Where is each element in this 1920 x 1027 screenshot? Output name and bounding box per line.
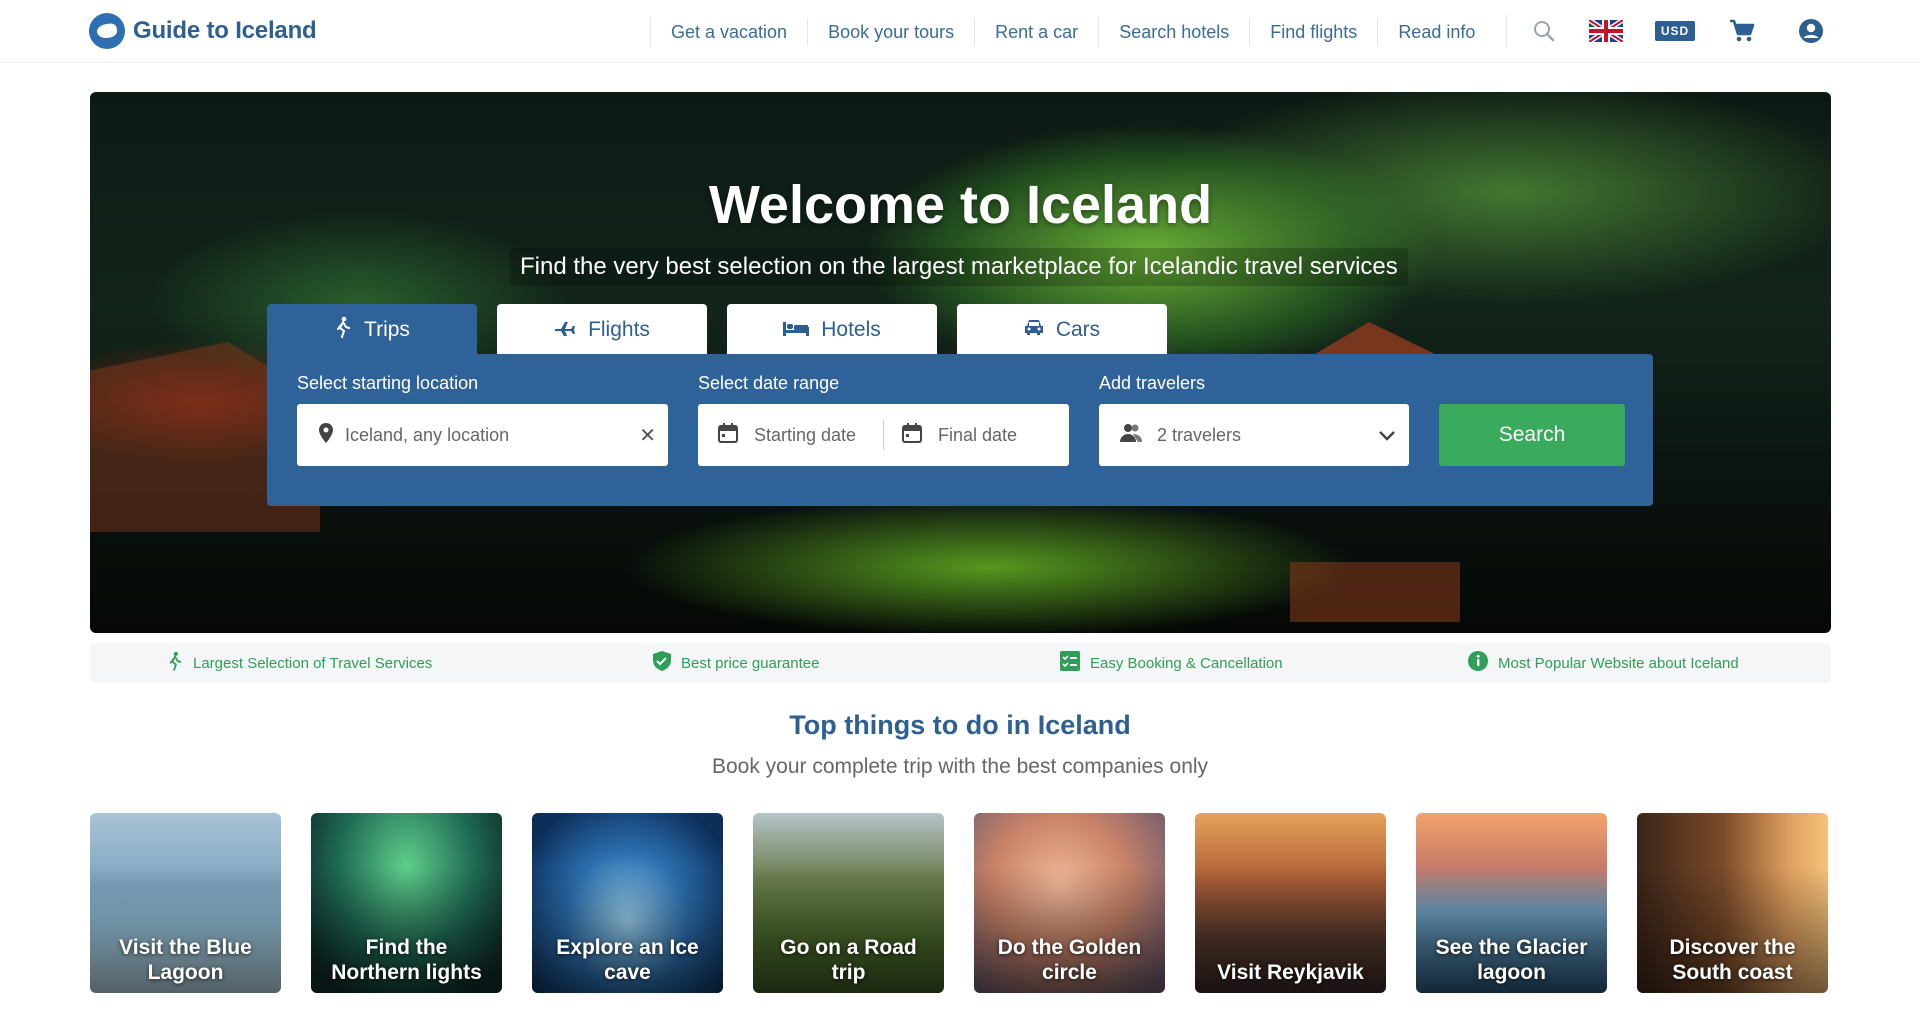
tab-trips-label: Trips [364, 317, 410, 341]
trust-label: Best price guarantee [681, 654, 820, 672]
card-blue-lagoon[interactable]: Visit the Blue Lagoon [90, 813, 281, 993]
card-golden-circle[interactable]: Do the Golden circle [974, 813, 1165, 993]
travelers-value: 2 travelers [1157, 424, 1242, 445]
tab-hotels[interactable]: Hotels [727, 304, 937, 355]
bed-icon [783, 318, 810, 342]
logo-link[interactable]: Guide to Iceland [89, 13, 317, 49]
card-glacier-lagoon[interactable]: See the Glacier lagoon [1416, 813, 1607, 993]
tab-hotels-label: Hotels [821, 317, 881, 341]
nav-divider [1506, 15, 1507, 47]
card-title: Discover the South coast [1669, 936, 1796, 984]
card-title: Go on a Road trip [780, 936, 917, 984]
map-pin-icon [319, 422, 333, 448]
trust-item-price: Best price guarantee [653, 643, 819, 683]
tab-flights-label: Flights [588, 317, 650, 341]
section-title: Top things to do in Iceland [789, 710, 1131, 740]
start-date-input[interactable]: Starting date [698, 404, 883, 466]
trust-item-popular: Most Popular Website about Iceland [1468, 643, 1739, 683]
hero-banner: Welcome to Iceland Find the very best se… [90, 92, 1831, 633]
tab-cars[interactable]: Cars [957, 304, 1167, 355]
travelers-select[interactable]: 2 travelers [1099, 404, 1409, 466]
logo-icon [89, 13, 125, 49]
calendar-icon [902, 422, 922, 448]
account-icon[interactable] [1795, 15, 1827, 47]
card-reykjavik[interactable]: Visit Reykjavik [1195, 813, 1386, 993]
nav-read-info[interactable]: Read info [1377, 17, 1495, 46]
trust-bar: Largest Selection of Travel Services Bes… [90, 643, 1831, 683]
travelers-icon [1119, 423, 1143, 448]
section-subtitle: Book your complete trip with the best co… [711, 755, 1209, 778]
nav-search-hotels[interactable]: Search hotels [1098, 17, 1249, 46]
card-northern-lights[interactable]: Find the Northern lights [311, 813, 502, 993]
plane-icon [554, 318, 576, 342]
card-south-coast[interactable]: Discover the South coast [1637, 813, 1828, 993]
tab-flights[interactable]: Flights [497, 304, 707, 355]
card-title: Visit the Blue Lagoon [119, 936, 252, 984]
trust-item-selection: Largest Selection of Travel Services [167, 643, 432, 683]
location-field[interactable]: Iceland, any location ✕ [297, 404, 668, 466]
search-tabs: Trips Flights Hotels Cars [267, 304, 1167, 355]
shield-check-icon [653, 651, 671, 675]
card-title: Visit Reykjavik [1217, 961, 1364, 984]
search-icon[interactable] [1528, 15, 1560, 47]
location-value: Iceland, any location [345, 424, 510, 445]
card-title: Do the Golden circle [997, 936, 1142, 984]
card-title: Find the Northern lights [331, 936, 482, 984]
brand-name: Guide to Iceland [133, 17, 317, 44]
nav-rent-car[interactable]: Rent a car [974, 17, 1098, 46]
card-title: Explore an Ice cave [556, 936, 699, 984]
card-road-trip[interactable]: Go on a Road trip [753, 813, 944, 993]
trust-label: Largest Selection of Travel Services [193, 654, 433, 672]
trip-search-panel: Select starting location Iceland, any lo… [267, 354, 1653, 506]
checklist-icon [1060, 651, 1080, 675]
info-icon [1468, 651, 1488, 675]
activity-cards: Visit the Blue Lagoon Find the Northern … [90, 813, 1828, 993]
car-icon [1024, 318, 1044, 342]
currency-selector[interactable]: USD [1654, 15, 1696, 47]
calendar-icon [718, 422, 738, 448]
cart-icon[interactable] [1726, 15, 1758, 47]
trust-label: Most Popular Website about Iceland [1498, 654, 1739, 672]
date-range-label: Select date range [698, 373, 840, 393]
hiker-icon [167, 650, 183, 676]
hero-subtitle: Find the very best selection on the larg… [510, 248, 1408, 286]
end-date-input[interactable]: Final date [884, 404, 1069, 466]
hero-house-reflection [1290, 562, 1460, 622]
card-ice-cave[interactable]: Explore an Ice cave [532, 813, 723, 993]
hero-title: Welcome to Iceland [708, 175, 1213, 235]
end-date-placeholder: Final date [938, 424, 1018, 445]
trust-item-booking: Easy Booking & Cancellation [1060, 643, 1283, 683]
uk-flag-icon[interactable] [1588, 15, 1624, 47]
date-range-field: Starting date Final date [698, 404, 1069, 466]
hiker-icon [334, 316, 352, 344]
clear-location-icon[interactable]: ✕ [639, 423, 656, 448]
travelers-label: Add travelers [1099, 373, 1206, 393]
location-label: Select starting location [297, 373, 479, 393]
card-title: See the Glacier lagoon [1435, 936, 1588, 984]
site-header: Guide to Iceland Get a vacation Book you… [0, 0, 1920, 63]
trust-label: Easy Booking & Cancellation [1090, 654, 1283, 672]
tab-cars-label: Cars [1055, 317, 1101, 341]
currency-badge: USD [1654, 21, 1696, 41]
nav-get-vacation[interactable]: Get a vacation [650, 17, 807, 46]
search-button[interactable]: Search [1439, 404, 1625, 466]
tab-trips[interactable]: Trips [267, 304, 477, 355]
nav-find-flights[interactable]: Find flights [1249, 17, 1377, 46]
chevron-down-icon [1379, 425, 1395, 446]
main-nav: Get a vacation Book your tours Rent a ca… [650, 0, 1495, 63]
start-date-placeholder: Starting date [754, 424, 857, 445]
nav-book-tours[interactable]: Book your tours [807, 17, 974, 46]
